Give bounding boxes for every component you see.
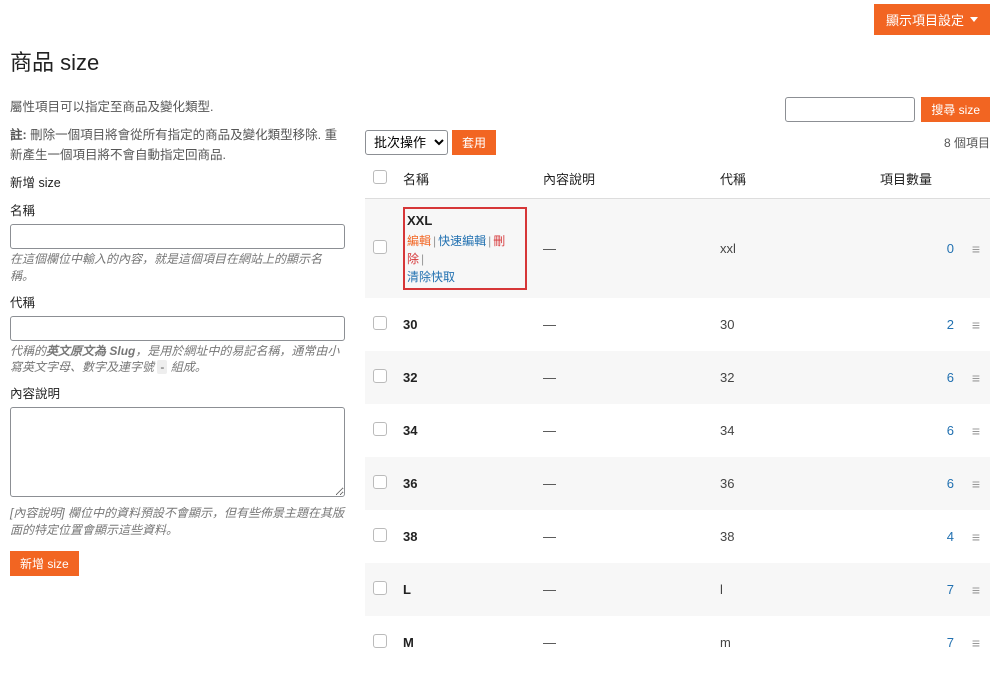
drag-handle-icon[interactable]: ≡: [972, 423, 980, 439]
note-text: 註: 刪除一個項目將會從所有指定的商品及變化類型移除. 重新產生一個項目將不會自…: [10, 125, 345, 165]
row-name[interactable]: 38: [403, 529, 417, 544]
intro-text: 屬性項目可以指定至商品及變化類型.: [10, 97, 345, 117]
row-count[interactable]: 6: [947, 423, 954, 438]
drag-handle-icon[interactable]: ≡: [972, 582, 980, 598]
row-checkbox[interactable]: [373, 634, 387, 648]
table-row: 30—302≡: [365, 298, 990, 351]
name-hint: 在這個欄位中輸入的內容，就是這個項目在網站上的顯示名稱。: [10, 251, 345, 285]
row-count[interactable]: 7: [947, 582, 954, 597]
form-title: 新增 size: [10, 173, 345, 193]
row-checkbox[interactable]: [373, 475, 387, 489]
table-row: 38—384≡: [365, 510, 990, 563]
item-count: 8 個項目: [944, 134, 990, 151]
chevron-down-icon: [970, 17, 978, 22]
name-input[interactable]: [10, 224, 345, 249]
drag-handle-icon[interactable]: ≡: [972, 476, 980, 492]
desc-hint: [內容說明] 欄位中的資料預設不會顯示，但有些佈景主題在其版面的特定位置會顯示這…: [10, 505, 345, 539]
row-count[interactable]: 6: [947, 476, 954, 491]
table-row: 36—366≡: [365, 457, 990, 510]
bulk-action-select[interactable]: 批次操作: [365, 130, 448, 155]
row-name[interactable]: XXL: [407, 213, 523, 228]
row-name[interactable]: M: [403, 635, 414, 650]
row-desc: —: [535, 298, 712, 351]
apply-button[interactable]: 套用: [452, 130, 496, 155]
row-desc: —: [535, 404, 712, 457]
row-desc: —: [535, 351, 712, 404]
drag-handle-icon[interactable]: ≡: [972, 635, 980, 651]
row-name[interactable]: 34: [403, 423, 417, 438]
row-slug: 30: [712, 298, 872, 351]
slug-label: 代稱: [10, 293, 345, 313]
table-row: L —l 7 ≡: [365, 563, 990, 616]
slug-input[interactable]: [10, 316, 345, 341]
sidebar-form: 屬性項目可以指定至商品及變化類型. 註: 刪除一個項目將會從所有指定的商品及變化…: [10, 97, 345, 669]
col-name[interactable]: 名稱: [395, 159, 535, 199]
row-slug: 38: [712, 510, 872, 563]
row-desc: —: [535, 199, 712, 299]
row-count[interactable]: 0: [947, 241, 954, 256]
row-checkbox[interactable]: [373, 240, 387, 254]
row-actions: 編輯|快速編輯|刪除|清除快取: [407, 232, 523, 286]
slug-hint: 代稱的英文原文為 Slug，是用於網址中的易記名稱，通常由小寫英文字母、數字及連…: [10, 343, 345, 377]
row-desc: —: [535, 457, 712, 510]
drag-handle-icon[interactable]: ≡: [972, 241, 980, 257]
search-input[interactable]: [785, 97, 915, 122]
table-row: XXL 編輯|快速編輯|刪除|清除快取—xxl 0 ≡: [365, 199, 990, 299]
row-count[interactable]: 7: [947, 635, 954, 650]
table-row: 32—326≡: [365, 351, 990, 404]
table-row: 34—346≡: [365, 404, 990, 457]
drag-handle-icon[interactable]: ≡: [972, 317, 980, 333]
page-title: 商品 size: [10, 45, 990, 77]
row-desc: —: [535, 563, 712, 616]
row-name[interactable]: L: [403, 582, 411, 597]
row-checkbox[interactable]: [373, 369, 387, 383]
row-slug: 36: [712, 457, 872, 510]
edit-link[interactable]: 編輯: [407, 234, 431, 248]
select-all-checkbox[interactable]: [373, 170, 387, 184]
drag-handle-icon[interactable]: ≡: [972, 529, 980, 545]
terms-table: 名稱 內容說明 代稱 項目數量 XXL編輯|快速編輯|刪除|清除快取—xxl0≡…: [365, 159, 990, 669]
main-table-area: 搜尋 size 批次操作 套用 8 個項目 名稱 內容說明 代稱 項目數量: [365, 97, 990, 669]
row-count[interactable]: 4: [947, 529, 954, 544]
desc-textarea[interactable]: [10, 407, 345, 497]
desc-label: 內容說明: [10, 384, 345, 404]
col-slug[interactable]: 代稱: [712, 159, 872, 199]
name-label: 名稱: [10, 201, 345, 221]
screen-options-label: 顯示項目設定: [886, 10, 964, 29]
row-checkbox[interactable]: [373, 528, 387, 542]
col-count[interactable]: 項目數量: [872, 159, 962, 199]
submit-button[interactable]: 新增 size: [10, 551, 79, 576]
clear-cache-link[interactable]: 清除快取: [407, 270, 455, 284]
screen-options-button[interactable]: 顯示項目設定: [874, 4, 990, 35]
row-slug: 32: [712, 351, 872, 404]
row-name[interactable]: 32: [403, 370, 417, 385]
row-count[interactable]: 2: [947, 317, 954, 332]
quick-edit-link[interactable]: 快速編輯: [438, 234, 486, 248]
row-desc: —: [535, 510, 712, 563]
search-button[interactable]: 搜尋 size: [921, 97, 990, 122]
row-checkbox[interactable]: [373, 422, 387, 436]
col-desc[interactable]: 內容說明: [535, 159, 712, 199]
row-name[interactable]: 30: [403, 317, 417, 332]
row-checkbox[interactable]: [373, 316, 387, 330]
row-count[interactable]: 6: [947, 370, 954, 385]
row-checkbox[interactable]: [373, 581, 387, 595]
drag-handle-icon[interactable]: ≡: [972, 370, 980, 386]
row-name[interactable]: 36: [403, 476, 417, 491]
row-slug: xxl: [712, 199, 872, 299]
row-slug: 34: [712, 404, 872, 457]
row-slug: l: [712, 563, 872, 616]
